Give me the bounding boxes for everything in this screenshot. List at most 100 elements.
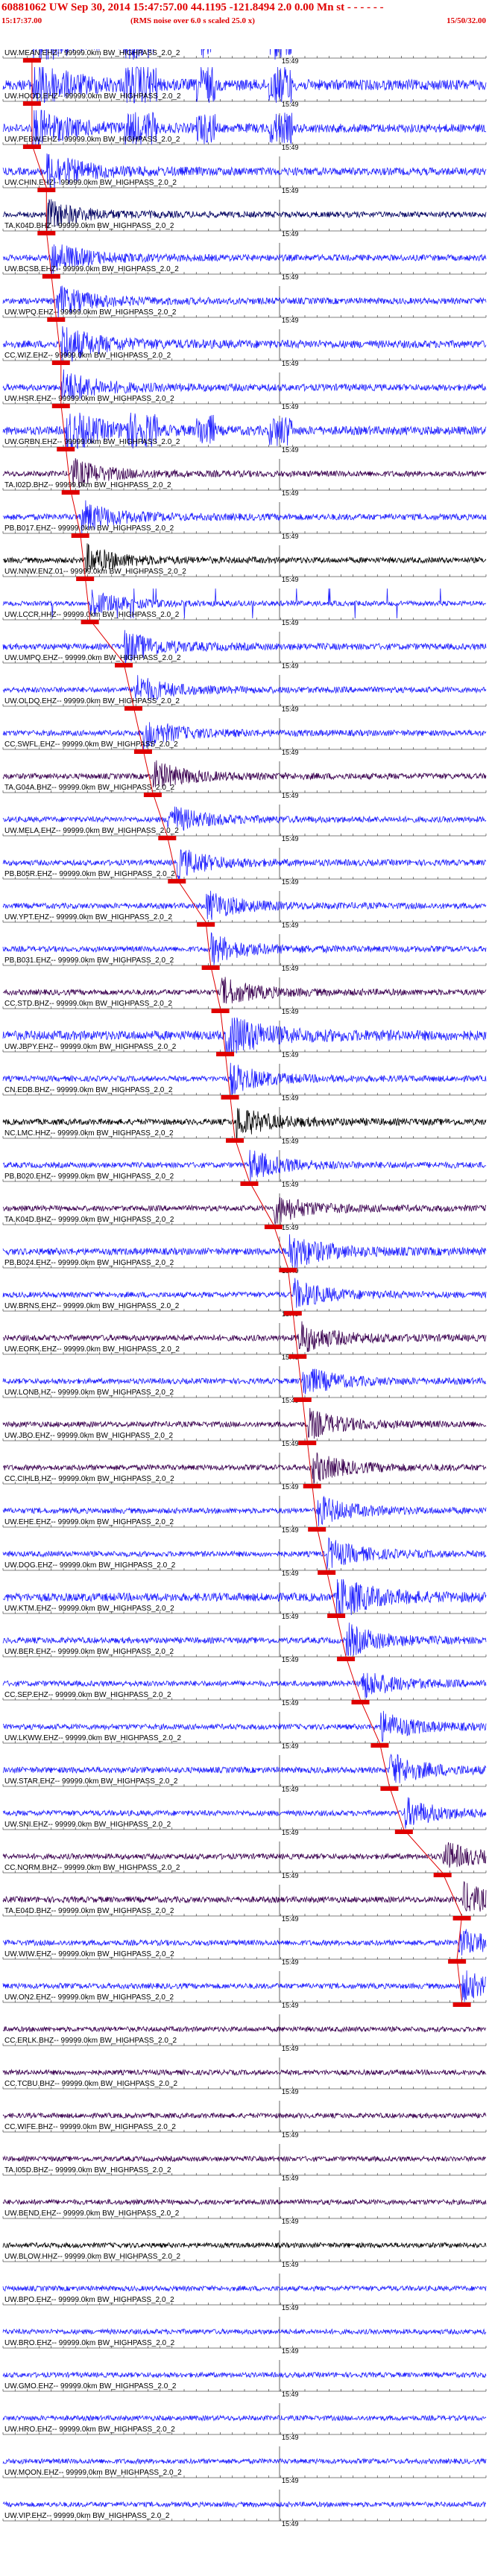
tick-label: 15:49: [282, 1570, 299, 1577]
station-label: UW.HSR.EHZ-- 99999.0km BW_HIGHPASS_2.0_2: [4, 395, 174, 403]
pick-marker: [394, 1830, 413, 1834]
trace-row: UW.LONB.HZ-- 99999.0km BW_HIGHPASS_2.0_2…: [2, 1366, 487, 1404]
tick-label: 15:49: [282, 2304, 299, 2312]
station-label: CN.EDB.BHZ-- 99999.0km BW_HIGHPASS_2.0_2: [4, 1086, 173, 1094]
tick-label: 15:49: [282, 662, 299, 670]
trace-row: TA.I05D.BHZ-- 99999.0km BW_HIGHPASS_2.0_…: [2, 2144, 487, 2182]
trace-row: TA.K04D.BHZ-- 99999.0km BW_HIGHPASS_2.0_…: [2, 199, 487, 238]
tick-label: 15:49: [282, 2520, 299, 2528]
waveform: [2, 2501, 487, 2508]
trace-row: UW.BPO.EHZ-- 99999.0km BW_HIGHPASS_2.0_2…: [2, 2274, 487, 2312]
end-time: 15/50/32.00: [447, 16, 486, 25]
trace-row: UW.ON2.EHZ-- 99999.0km BW_HIGHPASS_2.0_2…: [2, 1970, 487, 2009]
trace-row: UW.NNW.ENZ.01-- 99999.0km BW_HIGHPASS_2.…: [2, 543, 487, 583]
station-label: UW.GMO.EHZ-- 99999.0km BW_HIGHPASS_2.0_2: [4, 2382, 177, 2391]
trace-row: UW.PEBW.EHZ-- 99999.0km BW_HIGHPASS_2.0_…: [2, 110, 487, 151]
tick-label: 15:49: [282, 1094, 299, 1102]
trace-row: TA.K04D.BHZ-- 99999.0km BW_HIGHPASS_2.0_…: [2, 1193, 487, 1231]
tick-label: 15:49: [282, 2088, 299, 2096]
trace-row: UW.CHIN.EHZ-- 99999.0km BW_HIGHPASS_2.0_…: [2, 153, 487, 194]
station-label: NC.LMC.HHZ-- 99999.0km BW_HIGHPASS_2.0_2: [4, 1129, 174, 1138]
trace-row: UW.SNI.EHZ-- 99999.0km BW_HIGHPASS_2.0_2…: [2, 1797, 487, 1836]
station-label: TA.K04D.BHZ-- 99999.0km BW_HIGHPASS_2.0_…: [4, 1216, 174, 1224]
station-label: TA.I02D.BHZ-- 99999.0km BW_HIGHPASS_2.0_…: [4, 481, 171, 489]
tick-label: 15:49: [282, 57, 299, 65]
station-label: TA.G04A.BHZ-- 99999.0km BW_HIGHPASS_2.0_…: [4, 784, 174, 792]
tick-label: 15:49: [282, 187, 299, 194]
station-label: UW.ON2.EHZ-- 99999.0km BW_HIGHPASS_2.0_2: [4, 1993, 174, 2002]
station-label: UW.GRBN.EHZ-- 99999.0km BW_HIGHPASS_2.0_…: [4, 438, 180, 446]
station-label: CC.NORM.BHZ-- 99999.0km BW_HIGHPASS_2.0_…: [4, 1864, 180, 1872]
station-label: UW.KTM.EHZ-- 99999.0km BW_HIGHPASS_2.0_2: [4, 1605, 174, 1613]
tick-label: 15:49: [282, 2477, 299, 2484]
trace-row: CC.TCBU.BHZ-- 99999.0km BW_HIGHPASS_2.0_…: [2, 2058, 487, 2096]
tick-label: 15:49: [282, 2131, 299, 2139]
trace-row: UW.WIW.EHZ-- 99999.0km BW_HIGHPASS_2.0_2…: [2, 1928, 487, 1966]
trace-row: UW.UMPQ.EHZ-- 99999.0km BW_HIGHPASS_2.0_…: [2, 629, 487, 670]
trace-row: CC.NORM.BHZ-- 99999.0km BW_HIGHPASS_2.0_…: [2, 1841, 487, 1879]
tick-label: 15:49: [282, 1915, 299, 1923]
trace-row: UW.JBPY.EHZ-- 99999.0km BW_HIGHPASS_2.0_…: [2, 1017, 487, 1059]
tick-label: 15:49: [282, 2045, 299, 2052]
trace-row: UW.HRO.EHZ-- 99999.0km BW_HIGHPASS_2.0_2…: [2, 2403, 487, 2441]
tick-label: 15:49: [282, 2002, 299, 2009]
station-label: TA.E04D.BHZ-- 99999.0km BW_HIGHPASS_2.0_…: [4, 1907, 174, 1915]
tick-label: 15:49: [282, 230, 299, 238]
station-label: UW.HRO.EHZ-- 99999.0km BW_HIGHPASS_2.0_2: [4, 2426, 175, 2434]
station-label: UW.MOON.EHZ-- 99999.0km BW_HIGHPASS_2.0_…: [4, 2469, 182, 2477]
station-label: UW.JBO.EHZ-- 99999.0km BW_HIGHPASS_2.0_2: [4, 1432, 173, 1440]
station-label: UW.LCCR.HHZ-- 99999.0km BW_HIGHPASS_2.0_…: [4, 611, 180, 619]
station-label: UW.BEND.EHZ-- 99999.0km BW_HIGHPASS_2.0_…: [4, 2209, 180, 2218]
tick-label: 15:49: [282, 1440, 299, 1447]
station-label: UW.BCSB.EHZ-- 99999.0km BW_HIGHPASS_2.0_…: [4, 265, 179, 273]
station-label: CC.SWFL.EHZ-- 99999.0km BW_HIGHPASS_2.0_…: [4, 740, 178, 749]
station-label: UW.VIP.EHZ-- 99999.0km BW_HIGHPASS_2.0_2: [4, 2512, 170, 2520]
trace-row: UW.DOG.EHZ-- 99999.0km BW_HIGHPASS_2.0_2…: [2, 1537, 487, 1577]
trace-row: TA.G04A.BHZ-- 99999.0km BW_HIGHPASS_2.0_…: [2, 760, 487, 799]
trace-row: UW.JBO.EHZ-- 99999.0km BW_HIGHPASS_2.0_2…: [2, 1408, 487, 1447]
trace-row: PB.B05R.EHZ-- 99999.0km BW_HIGHPASS_2.0_…: [2, 848, 487, 886]
waveform: [2, 2328, 487, 2335]
station-label: CC.TCBU.BHZ-- 99999.0km BW_HIGHPASS_2.0_…: [4, 2080, 178, 2088]
trace-row: UW.KTM.EHZ-- 99999.0km BW_HIGHPASS_2.0_2…: [2, 1579, 487, 1620]
waveform: [2, 2198, 487, 2206]
tick-label: 15:49: [282, 2174, 299, 2182]
trace-row: UW.BRNS.EHZ-- 99999.0km BW_HIGHPASS_2.0_…: [2, 1278, 487, 1318]
trace-row: CC.SWFL.EHZ-- 99999.0km BW_HIGHPASS_2.0_…: [2, 718, 487, 756]
station-label: UW.HOOD.EHZ-- 99999.0km BW_HIGHPASS_2.0_…: [4, 92, 181, 101]
station-label: UW.NNW.ENZ.01-- 99999.0km BW_HIGHPASS_2.…: [4, 568, 186, 576]
station-label: PB.B020.EHZ-- 99999.0km BW_HIGHPASS_2.0_…: [4, 1173, 174, 1181]
tick-label: 15:49: [282, 1958, 299, 1966]
station-label: UW.MEAN.EHZ-- 99999.0km BW_HIGHPASS_2.0_…: [4, 49, 180, 57]
waveform: [2, 2155, 487, 2163]
tick-label: 15:49: [282, 2261, 299, 2268]
station-label: TA.I05D.BHZ-- 99999.0km BW_HIGHPASS_2.0_…: [4, 2166, 171, 2174]
record-header: 60881062 UW Sep 30, 2014 15:47:57.00 44.…: [0, 0, 489, 49]
tick-label: 15:49: [282, 705, 299, 713]
trace-row: TA.I02D.BHZ-- 99999.0km BW_HIGHPASS_2.0_…: [2, 458, 487, 497]
trace-row: UW.GMO.EHZ-- 99999.0km BW_HIGHPASS_2.0_2…: [2, 2360, 487, 2398]
station-label: UW.BRO.EHZ-- 99999.0km BW_HIGHPASS_2.0_2: [4, 2339, 175, 2347]
tick-label: 15:49: [282, 1699, 299, 1707]
tick-label: 15:49: [282, 878, 299, 886]
trace-row: UW.BLOW.HHZ-- 99999.0km BW_HIGHPASS_2.0_…: [2, 2230, 487, 2268]
tick-label: 15:49: [282, 360, 299, 367]
trace-row: UW.GRBN.EHZ-- 99999.0km BW_HIGHPASS_2.0_…: [2, 412, 487, 454]
trace-row: PB.B031.EHZ-- 99999.0km BW_HIGHPASS_2.0_…: [2, 932, 487, 972]
trace-row: UW.BEND.EHZ-- 99999.0km BW_HIGHPASS_2.0_…: [2, 2187, 487, 2225]
trace-row: NC.LMC.HHZ-- 99999.0km BW_HIGHPASS_2.0_2…: [2, 1107, 487, 1145]
station-label: UW.SNI.EHZ-- 99999.0km BW_HIGHPASS_2.0_2: [4, 1821, 171, 1829]
tick-label: 15:49: [282, 1829, 299, 1836]
trace-row: UW.EHE.EHZ-- 99999.0km BW_HIGHPASS_2.0_2…: [2, 1495, 487, 1534]
station-label: UW.WIW.EHZ-- 99999.0km BW_HIGHPASS_2.0_2: [4, 1950, 174, 1958]
trace-row: UW.HOOD.EHZ-- 99999.0km BW_HIGHPASS_2.0_…: [2, 66, 487, 108]
station-label: CC.STD.BHZ-- 99999.0km BW_HIGHPASS_2.0_2: [4, 1000, 172, 1008]
station-label: UW.JBPY.EHZ-- 99999.0km BW_HIGHPASS_2.0_…: [4, 1043, 177, 1051]
trace-row: UW.LCCR.HHZ-- 99999.0km BW_HIGHPASS_2.0_…: [2, 588, 487, 626]
trace-row: PB.B020.EHZ-- 99999.0km BW_HIGHPASS_2.0_…: [2, 1149, 487, 1188]
tick-label: 15:49: [282, 1008, 299, 1015]
station-label: CC.WIFE.BHZ-- 99999.0km BW_HIGHPASS_2.0_…: [4, 2123, 176, 2131]
station-label: UW.LKWW.EHZ-- 99999.0km BW_HIGHPASS_2.0_…: [4, 1734, 182, 1742]
start-time: 15:17:37.00: [1, 16, 42, 25]
station-label: UW.BLOW.HHZ-- 99999.0km BW_HIGHPASS_2.0_…: [4, 2253, 180, 2261]
